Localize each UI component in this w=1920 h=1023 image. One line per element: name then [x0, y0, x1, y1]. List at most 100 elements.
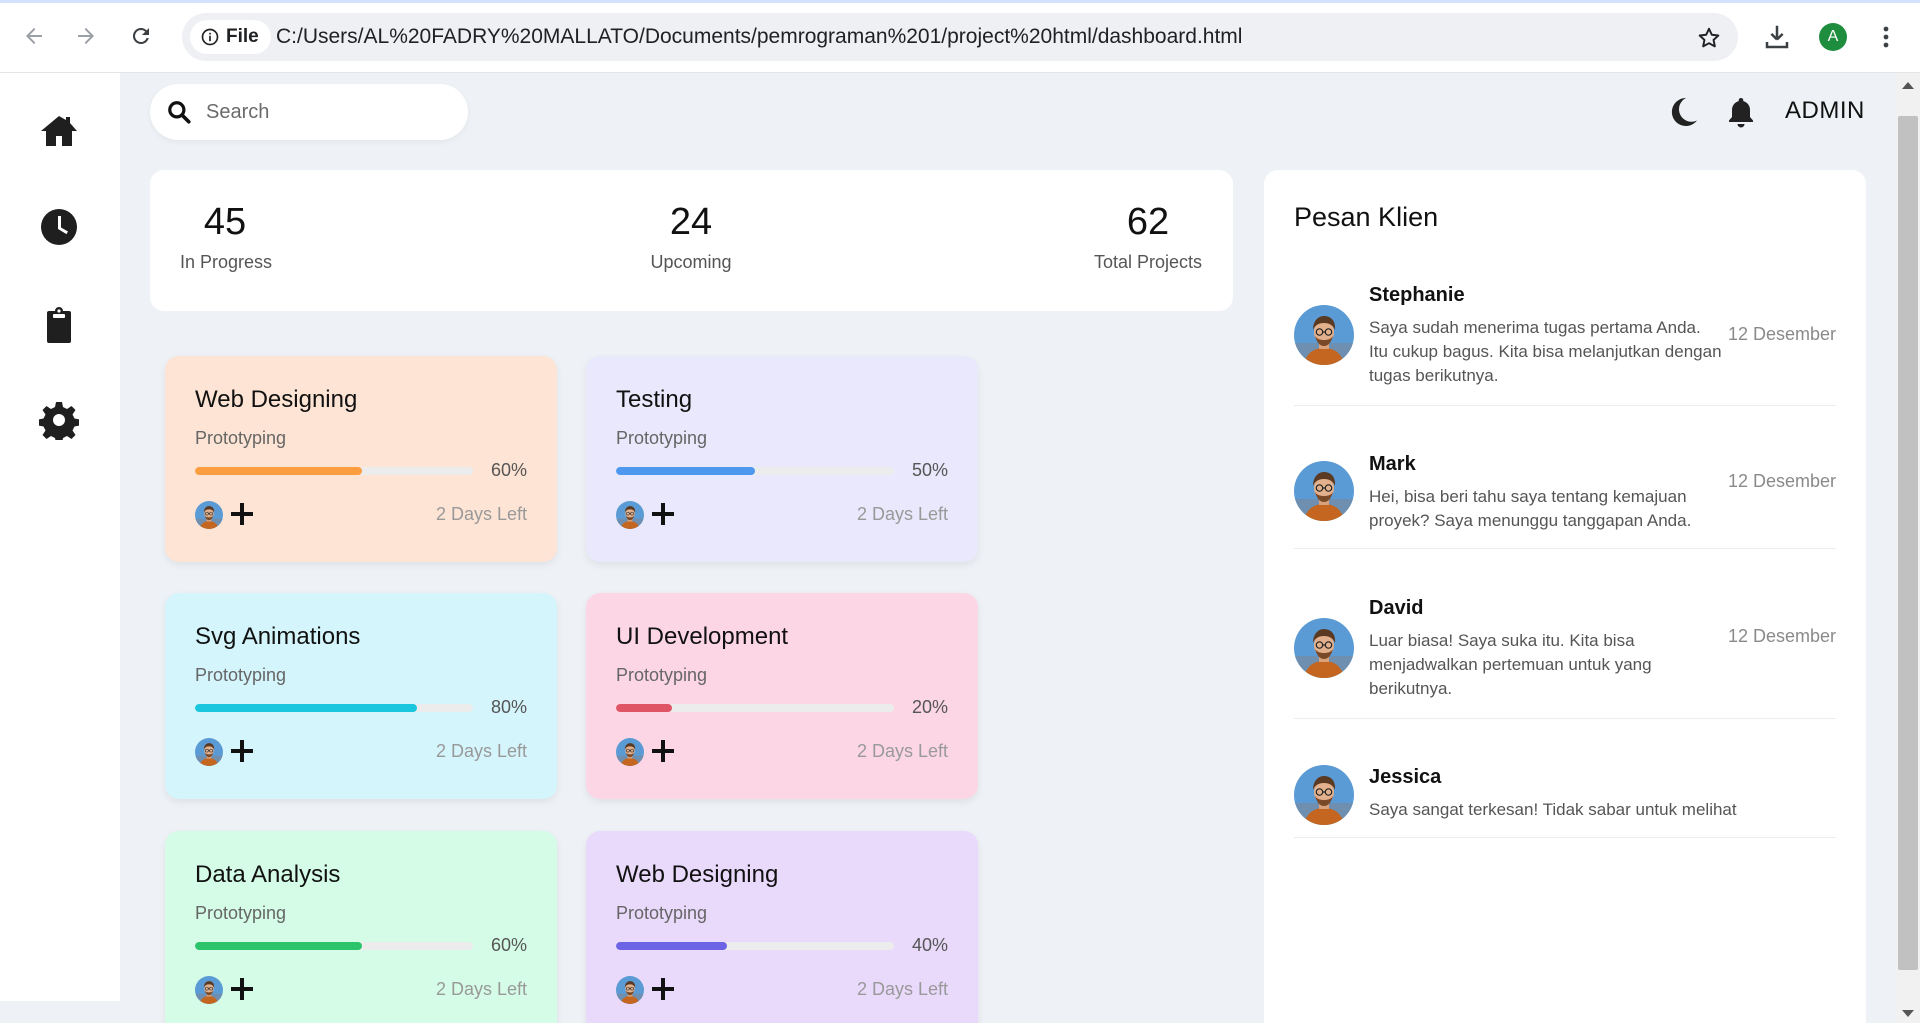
stat-label: Total Projects: [1093, 252, 1203, 272]
sidebar-item-settings[interactable]: [36, 397, 82, 443]
site-info-chip[interactable]: File: [190, 20, 271, 54]
stat-value: 24: [669, 201, 713, 243]
message-sender: David: [1369, 597, 1424, 619]
avatar: [616, 738, 644, 766]
progress-track: [195, 704, 473, 712]
project-card[interactable]: Testing Prototyping 50% 2 Days Left: [586, 356, 978, 562]
message-text: Saya sangat terkesan! Tidak sabar untuk …: [1369, 800, 1737, 819]
stat-in-progress: 45 In Progress: [180, 200, 272, 273]
moon-icon[interactable]: [1666, 95, 1700, 129]
address-bar[interactable]: File C:/Users/AL%20FADRY%20MALLATO/Docum…: [182, 13, 1738, 61]
message-sender: Stephanie: [1369, 284, 1465, 306]
message-item[interactable]: David Luar biasa! Saya suka itu. Kita bi…: [1294, 597, 1836, 719]
profile-avatar[interactable]: A: [1819, 23, 1847, 51]
user-label[interactable]: ADMIN: [1785, 97, 1865, 125]
project-card[interactable]: Data Analysis Prototyping 60% 2 Days Lef…: [165, 831, 557, 1023]
forward-arrow-icon[interactable]: [70, 20, 102, 52]
progress-label: 20%: [911, 697, 948, 717]
project-title: Data Analysis: [195, 861, 341, 888]
sidebar-item-history[interactable]: [36, 204, 82, 250]
avatar: [195, 976, 223, 1004]
project-subtitle: Prototyping: [195, 665, 287, 685]
progress-fill: [195, 704, 418, 712]
home-icon: [41, 116, 77, 146]
star-icon[interactable]: [1696, 25, 1722, 51]
project-card[interactable]: Web Designing Prototyping 60% 2 Days Lef…: [165, 356, 557, 562]
clipboard-icon: [47, 307, 71, 343]
message-item[interactable]: Stephanie Saya sudah menerima tugas pert…: [1294, 284, 1836, 406]
message-text: Saya sudah menerima tugas pertama Anda. …: [1369, 318, 1722, 385]
bell-icon[interactable]: [1724, 95, 1758, 129]
plus-icon[interactable]: [229, 496, 255, 532]
progress-fill: [195, 942, 362, 950]
project-card[interactable]: Svg Animations Prototyping 80% 2 Days Le…: [165, 593, 557, 799]
avatar: [616, 501, 644, 529]
download-icon[interactable]: [1762, 22, 1792, 52]
project-subtitle: Prototyping: [195, 428, 287, 448]
plus-icon[interactable]: [650, 971, 676, 1007]
scroll-up-arrow-icon[interactable]: [1902, 82, 1914, 89]
message-date: 12 Desember: [1727, 471, 1836, 491]
project-subtitle: Prototyping: [616, 903, 708, 923]
plus-icon[interactable]: [650, 733, 676, 769]
progress-label: 80%: [490, 697, 527, 717]
progress-label: 50%: [911, 460, 948, 480]
search-icon: [168, 101, 191, 124]
avatar: [616, 976, 644, 1004]
project-title: Web Designing: [616, 861, 779, 888]
progress-label: 40%: [911, 935, 948, 955]
progress-track: [616, 942, 894, 950]
stat-total-projects: 62 Total Projects: [1088, 200, 1208, 273]
file-label: File: [226, 26, 259, 47]
message-text: Hei, bisa beri tahu saya tentang kemajua…: [1369, 487, 1692, 530]
info-icon: [201, 28, 219, 46]
avatar: [1294, 305, 1354, 365]
plus-icon[interactable]: [229, 971, 255, 1007]
plus-icon[interactable]: [650, 496, 676, 532]
progress-track: [616, 704, 894, 712]
progress-label: 60%: [490, 935, 527, 955]
progress-track: [195, 467, 473, 475]
days-left: 2 Days Left: [856, 979, 948, 999]
plus-icon[interactable]: [229, 733, 255, 769]
client-messages-panel: Pesan Klien Stephanie Saya sudah menerim…: [1264, 170, 1866, 1023]
days-left: 2 Days Left: [856, 741, 948, 761]
avatar: [195, 738, 223, 766]
project-title: Testing: [616, 386, 693, 413]
gear-icon: [39, 402, 79, 440]
back-arrow-icon[interactable]: [18, 20, 50, 52]
browser-toolbar: File C:/Users/AL%20FADRY%20MALLATO/Docum…: [0, 0, 1920, 73]
message-text: Luar biasa! Saya suka itu. Kita bisa men…: [1369, 631, 1652, 698]
progress-label: 60%: [490, 460, 527, 480]
days-left: 2 Days Left: [435, 504, 527, 524]
sidebar-item-home[interactable]: [36, 108, 82, 154]
clock-icon: [41, 209, 77, 245]
days-left: 2 Days Left: [435, 741, 527, 761]
sidebar-item-tasks[interactable]: [36, 302, 82, 348]
avatar: [1294, 765, 1354, 825]
days-left: 2 Days Left: [856, 504, 948, 524]
scroll-down-arrow-icon[interactable]: [1902, 1010, 1914, 1017]
message-item[interactable]: Jessica Saya sangat terkesan! Tidak saba…: [1294, 765, 1836, 838]
project-card[interactable]: Web Designing Prototyping 40% 2 Days Lef…: [586, 831, 978, 1023]
search-input[interactable]: [206, 94, 446, 130]
avatar: [1294, 618, 1354, 678]
days-left: 2 Days Left: [435, 979, 527, 999]
scrollbar-thumb[interactable]: [1898, 116, 1918, 970]
project-title: UI Development: [616, 623, 789, 650]
message-sender: Mark: [1369, 453, 1416, 475]
project-title: Svg Animations: [195, 623, 361, 650]
search-bar[interactable]: [150, 84, 468, 140]
sidebar: [0, 73, 120, 1001]
project-subtitle: Prototyping: [616, 428, 708, 448]
progress-fill: [616, 467, 755, 475]
kebab-menu-icon[interactable]: [1876, 22, 1896, 52]
message-sender: Jessica: [1369, 766, 1442, 788]
panel-title: Pesan Klien: [1294, 202, 1439, 232]
url-text[interactable]: C:/Users/AL%20FADRY%20MALLATO/Documents/…: [276, 25, 1242, 49]
stats-card: 45 In Progress 24 Upcoming 62 Total Proj…: [150, 170, 1233, 311]
project-card[interactable]: UI Development Prototyping 20% 2 Days Le…: [586, 593, 978, 799]
reload-icon[interactable]: [125, 20, 157, 52]
message-item[interactable]: Mark Hei, bisa beri tahu saya tentang ke…: [1294, 453, 1836, 549]
project-subtitle: Prototyping: [616, 665, 708, 685]
